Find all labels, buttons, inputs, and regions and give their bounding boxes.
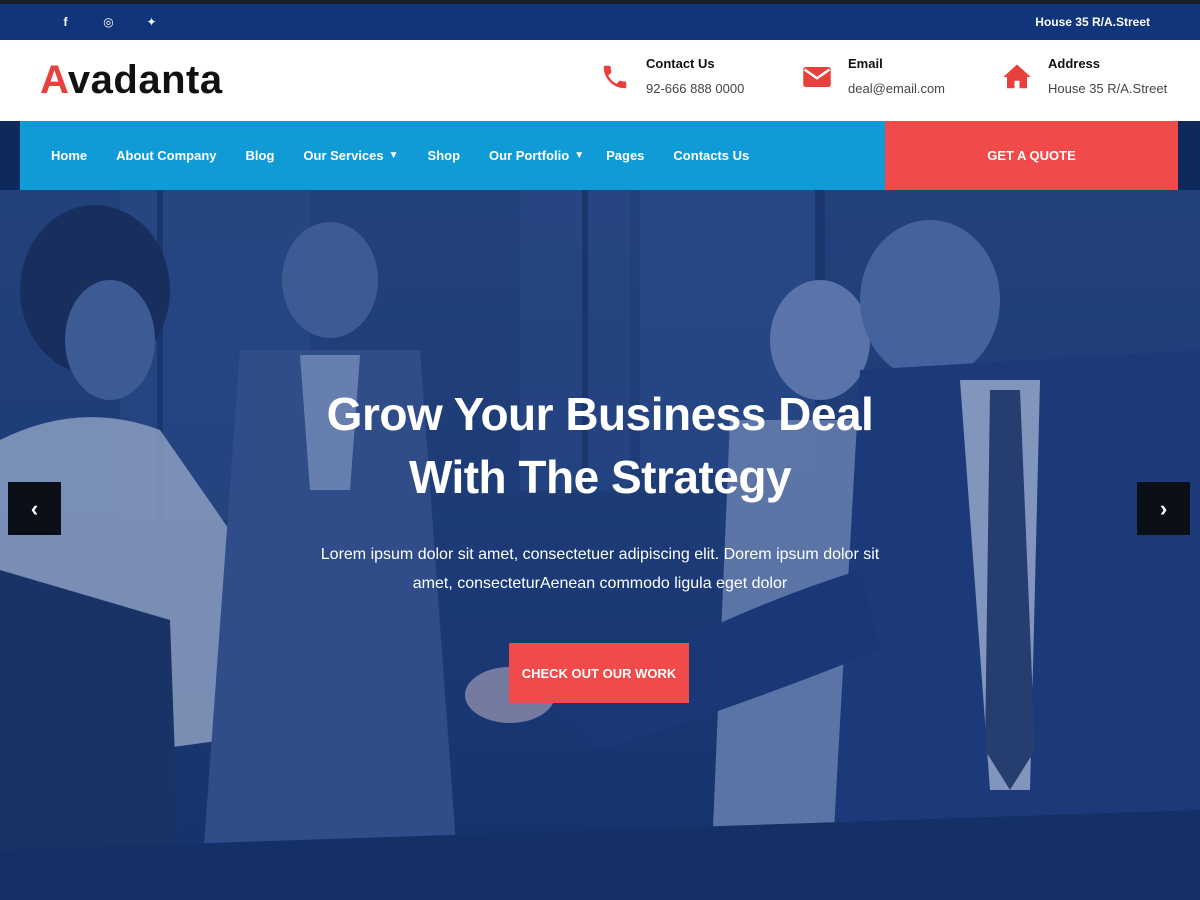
nav-item-label: Our Portfolio	[489, 148, 570, 163]
chevron-left-icon: ‹	[30, 495, 39, 521]
nav-item-label: Home	[51, 148, 88, 163]
hero-title-line1: Grow Your Business Deal	[326, 388, 874, 440]
email-label: Email	[848, 56, 883, 71]
nav-item-shop[interactable]: Shop	[428, 148, 461, 163]
contact-info: Contact Us 92-666 888 0000	[600, 56, 744, 96]
topbar-address: House 35 R/A.Street	[1035, 15, 1150, 29]
hero-slider: Grow Your Business Deal With The Strateg…	[0, 190, 1200, 900]
phone-icon	[603, 65, 627, 89]
nav-item-label: Our Services	[303, 148, 384, 163]
nav-item-about-company[interactable]: About Company	[116, 148, 216, 163]
site-header: Avadanta Contact Us 92-666 888 0000 Emai…	[0, 40, 1200, 121]
logo-text: vadanta	[67, 58, 223, 102]
nav-item-label: Contacts Us	[673, 148, 750, 163]
check-out-our-work-button[interactable]: CHECK OUT OUR WORK	[509, 643, 689, 703]
get-a-quote-button[interactable]: GET A QUOTE	[885, 121, 1178, 190]
chevron-down-icon: ▼	[388, 150, 399, 161]
mail-icon	[803, 67, 831, 87]
nav-item-label: About Company	[116, 148, 217, 163]
hero-title: Grow Your Business Deal With The Strateg…	[0, 383, 1200, 509]
nav-item-contacts-us[interactable]: Contacts Us	[673, 148, 749, 163]
nav-item-label: Shop	[427, 148, 461, 163]
contact-value: 92-666 888 0000	[646, 81, 745, 96]
nav-item-blog[interactable]: Blog	[246, 148, 275, 163]
instagram-icon[interactable]: ◎	[87, 4, 130, 40]
hero-subtitle-line1: Lorem ipsum dolor sit amet, consectetuer…	[320, 546, 880, 563]
slider-prev-button[interactable]: ‹	[8, 482, 61, 535]
address-info: Address House 35 R/A.Street	[1002, 56, 1167, 96]
top-bar: f ◎ ✦ House 35 R/A.Street	[0, 0, 1200, 40]
facebook-icon[interactable]: f	[44, 4, 87, 40]
nav-item-home[interactable]: Home	[51, 148, 87, 163]
nav-item-pages[interactable]: Pages	[606, 148, 644, 163]
site-logo[interactable]: Avadanta	[40, 58, 223, 103]
hero-subtitle-line2: amet, consecteturAenean commodo ligula e…	[412, 575, 788, 592]
chevron-down-icon: ▼	[574, 150, 585, 161]
contact-label: Contact Us	[646, 56, 715, 71]
hero-subtitle: Lorem ipsum dolor sit amet, consectetuer…	[0, 540, 1200, 598]
hero-title-line2: With The Strategy	[408, 451, 792, 503]
slider-next-button[interactable]: ›	[1137, 482, 1190, 535]
chevron-right-icon: ›	[1159, 495, 1168, 521]
email-value[interactable]: deal@email.com	[848, 81, 945, 96]
address-value: House 35 R/A.Street	[1048, 81, 1168, 96]
main-nav: Home About Company Blog Our Services ▼ Sh…	[20, 121, 885, 190]
address-label: Address	[1048, 56, 1101, 71]
email-info: Email deal@email.com	[802, 56, 945, 96]
nav-item-label: Pages	[606, 148, 645, 163]
home-icon	[1003, 64, 1031, 89]
nav-item-our-portfolio[interactable]: Our Portfolio ▼	[489, 148, 584, 163]
logo-initial: A	[40, 58, 68, 102]
nav-item-our-services[interactable]: Our Services ▼	[303, 148, 398, 163]
twitter-icon[interactable]: ✦	[130, 4, 173, 40]
nav-item-label: Blog	[245, 148, 275, 163]
social-links: f ◎ ✦	[44, 4, 173, 40]
